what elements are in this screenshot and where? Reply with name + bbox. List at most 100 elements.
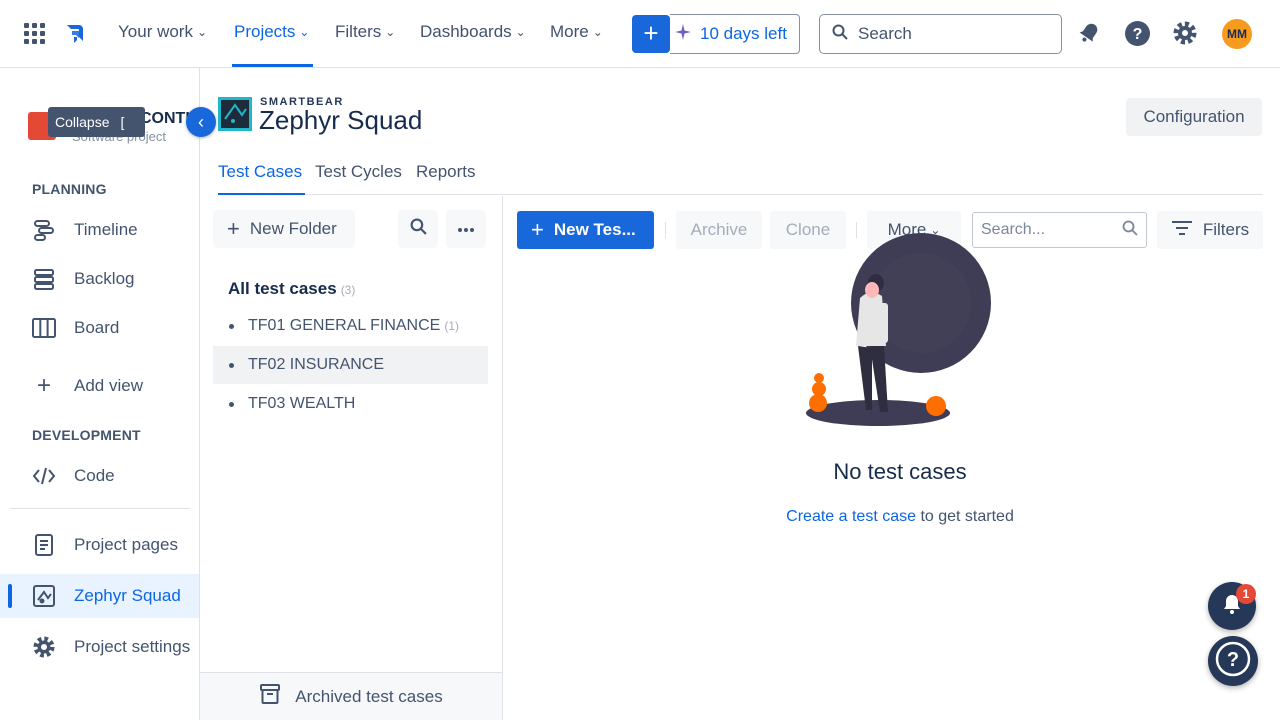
settings-gear-icon[interactable] — [1172, 20, 1200, 48]
archived-test-cases-button[interactable]: Archived test cases — [200, 672, 502, 720]
project-sidebar: CONTI Software project PLANNING Timeline… — [0, 68, 200, 720]
trial-button[interactable]: 10 days left — [670, 14, 800, 54]
folder-item[interactable]: TF02 INSURANCE — [213, 346, 488, 384]
code-icon — [30, 462, 58, 490]
nav-your-work[interactable]: Your work ⌄ — [118, 22, 207, 42]
empty-state-subtitle: Create a test case to get started — [700, 508, 1100, 526]
chevron-left-icon: ‹ — [198, 111, 204, 132]
notifications-bell-icon[interactable] — [1076, 20, 1104, 48]
sidebar-item-add-view[interactable]: + Add view — [0, 364, 199, 408]
nav-active-indicator — [232, 64, 313, 67]
sidebar-item-label: Add view — [74, 376, 143, 395]
chevron-down-icon: ⌄ — [299, 25, 310, 39]
nav-dashboards-label: Dashboards — [420, 22, 512, 41]
all-test-cases[interactable]: All test cases (3) — [228, 279, 355, 299]
jira-logo-icon[interactable] — [64, 21, 90, 47]
page-icon — [30, 531, 58, 559]
chevron-down-icon: ⌄ — [385, 25, 396, 39]
sidebar-item-label: Project pages — [74, 535, 178, 554]
project-name[interactable]: CONTI — [140, 110, 190, 128]
nav-dashboards[interactable]: Dashboards ⌄ — [420, 22, 526, 42]
development-heading: DEVELOPMENT — [32, 427, 141, 443]
plus-icon: + — [227, 216, 240, 241]
notification-badge: 1 — [1236, 584, 1256, 604]
folder-more-button[interactable] — [446, 210, 486, 248]
avatar-initials: MM — [1227, 27, 1247, 41]
sidebar-item-zephyr-squad[interactable]: Zephyr Squad — [0, 574, 199, 618]
create-test-case-link[interactable]: Create a test case — [786, 508, 916, 525]
folder-search-button[interactable] — [398, 210, 438, 248]
gear-icon — [30, 633, 58, 661]
archive-label: Archive — [690, 220, 748, 239]
sidebar-item-timeline[interactable]: Timeline — [0, 208, 199, 252]
folder-item[interactable]: TF01 GENERAL FINANCE (1) — [213, 307, 488, 345]
bullet-icon — [229, 323, 234, 329]
folder-name: TF02 INSURANCE — [248, 356, 385, 373]
more-dots-icon — [457, 220, 475, 238]
user-avatar[interactable]: MM — [1222, 19, 1252, 49]
sidebar-item-label: Backlog — [74, 269, 135, 288]
plus-icon: + — [643, 18, 659, 48]
new-test-button[interactable]: + New Tes... — [517, 211, 654, 249]
sidebar-item-label: Code — [74, 466, 115, 485]
filter-icon — [1171, 220, 1193, 241]
filters-label: Filters — [1202, 220, 1250, 239]
chevron-down-icon: ⌄ — [515, 25, 526, 39]
tab-test-cycles[interactable]: Test Cycles — [315, 162, 402, 182]
nav-more-label: More — [550, 22, 589, 41]
nav-filters-label: Filters — [335, 22, 382, 41]
sidebar-item-board[interactable]: Board — [0, 306, 199, 350]
search-placeholder: Search — [858, 24, 912, 43]
configuration-button[interactable]: Configuration — [1126, 98, 1262, 136]
backlog-icon — [30, 265, 58, 293]
panel-divider — [502, 196, 503, 720]
chevron-down-icon: ⌄ — [592, 25, 603, 39]
help-icon[interactable]: ? — [1124, 20, 1152, 48]
app-switcher-icon[interactable] — [24, 23, 46, 45]
bullet-icon — [229, 401, 234, 407]
nav-projects[interactable]: Projects ⌄ — [234, 22, 309, 42]
floating-help-button[interactable]: ? — [1208, 636, 1258, 686]
folder-item[interactable]: TF03 WEALTH — [213, 385, 488, 423]
nav-your-work-label: Your work — [118, 22, 193, 41]
sidebar-item-project-pages[interactable]: Project pages — [0, 523, 199, 567]
help-icon: ? — [1214, 640, 1252, 683]
folder-name: TF01 GENERAL FINANCE — [248, 317, 441, 334]
plus-icon: + — [531, 217, 544, 242]
all-test-cases-label: All test cases — [228, 279, 337, 298]
tab-reports[interactable]: Reports — [416, 162, 476, 182]
board-icon — [30, 314, 58, 342]
timeline-icon — [30, 216, 58, 244]
new-folder-label: New Folder — [249, 219, 337, 238]
search-input[interactable]: Search — [819, 14, 1062, 54]
folder-name: TF03 WEALTH — [248, 395, 356, 412]
plus-icon: + — [36, 372, 51, 399]
tooltip-shortcut: [ — [120, 114, 125, 130]
archive-button[interactable]: Archive — [676, 211, 762, 249]
new-folder-button[interactable]: + New Folder — [213, 210, 355, 248]
brand-product: Zephyr Squad — [259, 105, 423, 135]
toolbar-separator — [665, 222, 666, 238]
sidebar-item-label: Project settings — [74, 637, 191, 656]
collapse-tooltip: Collapse [ — [48, 107, 145, 137]
sparkle-icon — [674, 23, 692, 46]
filters-button[interactable]: Filters — [1157, 211, 1263, 249]
all-test-cases-count: (3) — [340, 283, 356, 297]
nav-filters[interactable]: Filters ⌄ — [335, 22, 395, 42]
configuration-label: Configuration — [1143, 107, 1245, 126]
empty-state-illustration — [800, 228, 1000, 433]
empty-state-title: No test cases — [833, 459, 967, 484]
active-tab-indicator — [218, 193, 305, 195]
bullet-icon — [229, 362, 234, 368]
nav-more[interactable]: More ⌄ — [550, 22, 603, 42]
folder-count: (1) — [444, 319, 460, 333]
collapse-sidebar-button[interactable]: ‹ — [186, 107, 216, 137]
create-button[interactable]: + — [632, 15, 670, 53]
tab-test-cases[interactable]: Test Cases — [218, 162, 302, 182]
sidebar-item-backlog[interactable]: Backlog — [0, 257, 199, 301]
archive-box-icon — [259, 683, 281, 710]
search-icon — [410, 218, 427, 240]
zephyr-icon — [30, 582, 58, 610]
sidebar-item-project-settings[interactable]: Project settings — [0, 625, 199, 669]
sidebar-item-code[interactable]: Code — [0, 454, 199, 498]
